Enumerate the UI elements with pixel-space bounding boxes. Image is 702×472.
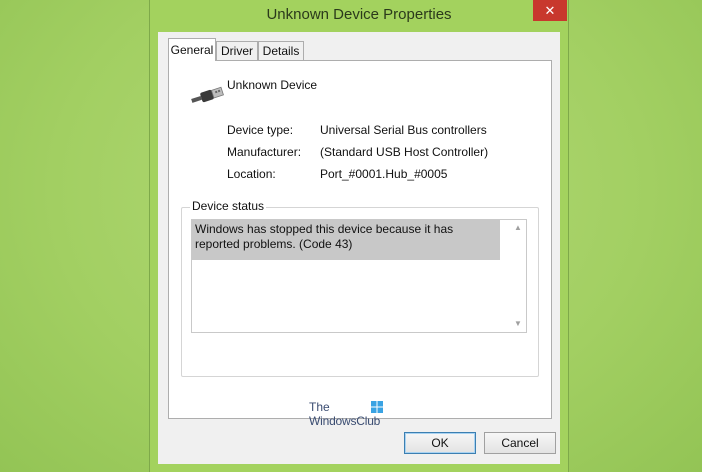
device-type-label: Device type: — [227, 123, 294, 137]
dialog-client-area: General Driver Details Unknown Device De… — [158, 32, 560, 464]
status-scrollbar[interactable]: ▲ ▼ — [510, 220, 526, 332]
usb-plug-icon — [191, 86, 224, 103]
watermark-logo: The WindowsClub — [309, 400, 399, 430]
location-value: Port_#0001.Hub_#0005 — [320, 167, 448, 181]
manufacturer-label: Manufacturer: — [227, 145, 302, 159]
tab-details[interactable]: Details — [258, 41, 304, 60]
tab-driver-label: Driver — [221, 44, 253, 58]
title-bar[interactable]: Unknown Device Properties ✕ — [150, 0, 568, 32]
windows-logo-icon — [371, 401, 383, 413]
tab-general-label: General — [170, 43, 214, 57]
scroll-down-icon[interactable]: ▼ — [510, 316, 526, 332]
window-title: Unknown Device Properties — [266, 6, 452, 23]
scroll-up-icon[interactable]: ▲ — [510, 220, 526, 236]
device-status-label: Device status — [190, 199, 267, 213]
ok-button[interactable]: OK — [404, 432, 476, 454]
device-status-text: Windows has stopped this device because … — [192, 220, 500, 260]
device-status-group: Device status Windows has stopped this d… — [181, 199, 539, 377]
tab-general[interactable]: General — [168, 38, 216, 61]
tab-driver[interactable]: Driver — [216, 41, 258, 60]
properties-dialog: Unknown Device Properties ✕ General Driv… — [149, 0, 569, 472]
watermark-line2: WindowsClub — [309, 414, 381, 428]
general-tab-panel: Unknown Device Device type: Universal Se… — [168, 60, 552, 419]
manufacturer-value: (Standard USB Host Controller) — [320, 145, 489, 159]
device-name: Unknown Device — [227, 78, 318, 92]
close-button[interactable]: ✕ — [533, 0, 567, 21]
cancel-button[interactable]: Cancel — [484, 432, 556, 454]
device-type-value: Universal Serial Bus controllers — [320, 123, 487, 137]
close-icon: ✕ — [544, 3, 556, 18]
location-label: Location: — [227, 167, 276, 181]
watermark-line1: The — [309, 400, 330, 414]
tab-details-label: Details — [262, 44, 300, 58]
device-status-textbox[interactable]: Windows has stopped this device because … — [191, 219, 527, 333]
